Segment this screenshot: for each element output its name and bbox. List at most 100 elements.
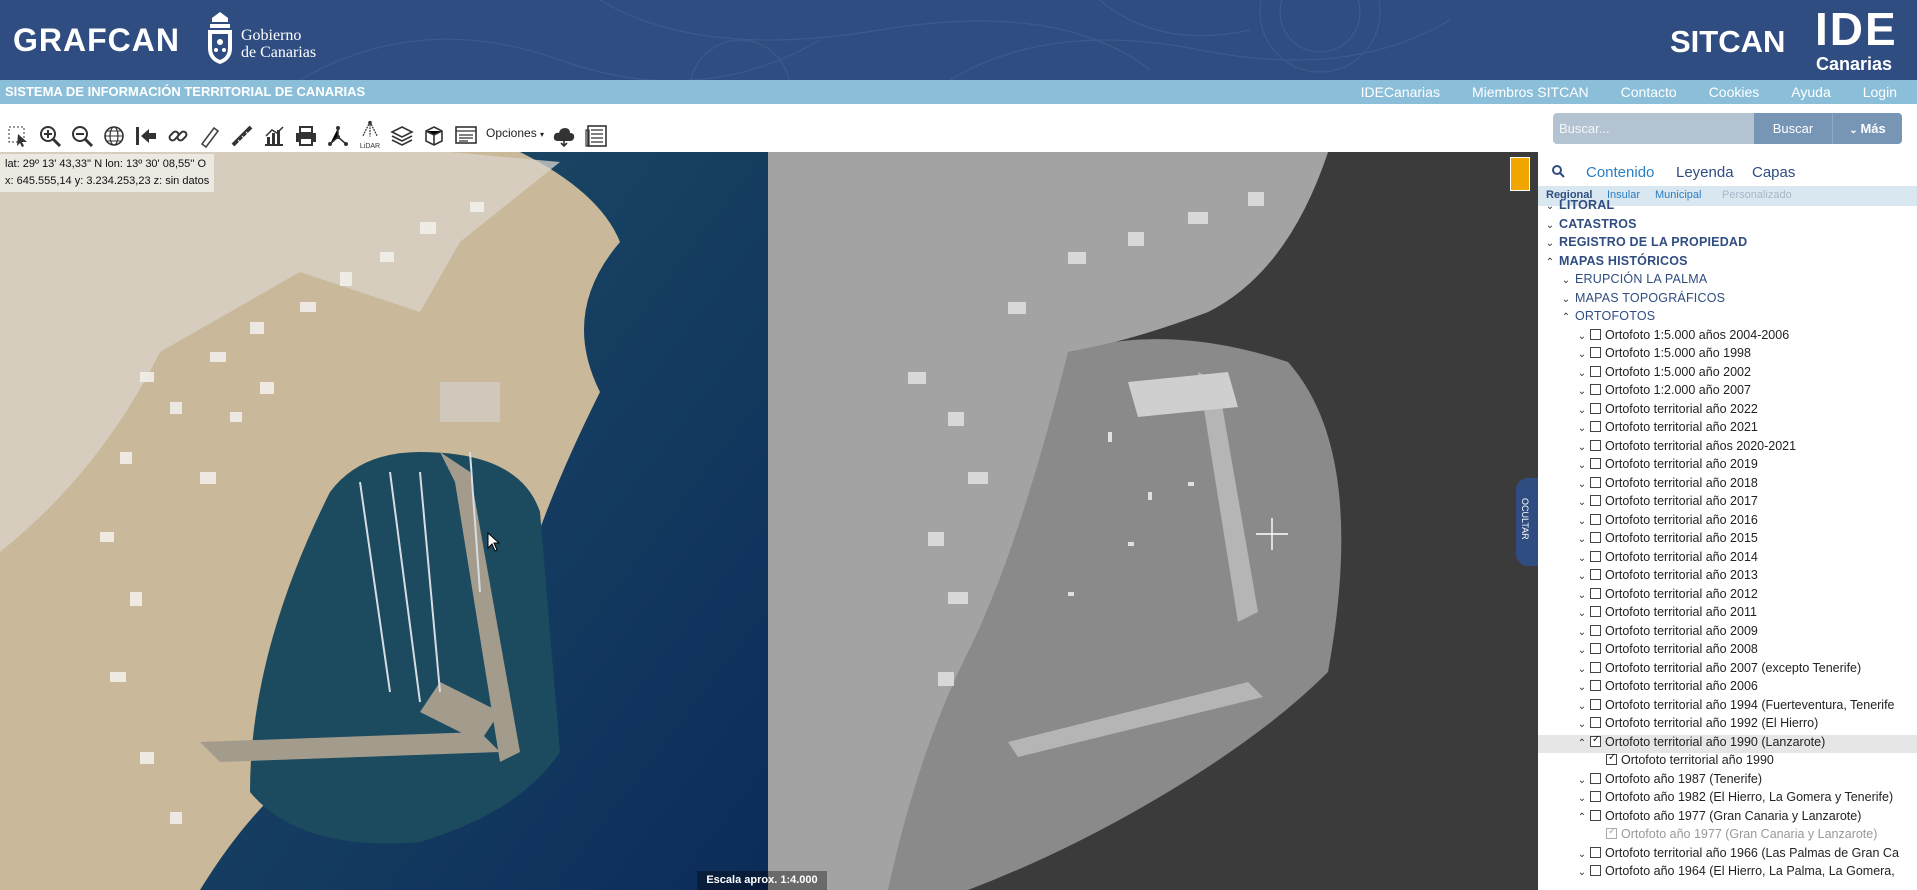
tree-item[interactable]: ⌄ Ortofoto territorial año 2016 xyxy=(1538,513,1917,531)
tree-item[interactable]: ⌄ Ortofoto 1:5.000 año 2002 xyxy=(1538,365,1917,383)
layer-checkbox[interactable] xyxy=(1590,643,1601,654)
nav-link-contacto[interactable]: Contacto xyxy=(1621,84,1677,100)
tree-item[interactable]: ⌄ LITORAL xyxy=(1538,198,1917,216)
chevron-down-icon[interactable]: ⌄ xyxy=(1560,294,1572,305)
zoom-in-icon[interactable] xyxy=(38,124,62,148)
tree-item[interactable]: ⌄ Ortofoto territorial año 1994 (Fuerteve… xyxy=(1538,698,1917,716)
search-input[interactable] xyxy=(1553,113,1754,144)
chevron-down-icon[interactable]: ⌄ xyxy=(1576,516,1588,527)
lidar-icon[interactable]: LiDAR xyxy=(358,120,382,150)
map-view[interactable]: lat: 29º 13' 43,33'' N lon: 13º 30' 08,5… xyxy=(0,152,1538,890)
chevron-down-icon[interactable]: ⌄ xyxy=(1576,460,1588,471)
layer-checkbox[interactable] xyxy=(1590,421,1601,432)
tree-item[interactable]: Ortofoto año 1977 (Gran Canaria y Lanzar… xyxy=(1538,826,1917,845)
globe-icon[interactable] xyxy=(102,124,126,148)
search-button[interactable]: Buscar xyxy=(1754,113,1832,144)
tree-item[interactable]: ⌄ Ortofoto territorial año 2011 xyxy=(1538,605,1917,623)
chevron-down-icon[interactable]: ⌄ xyxy=(1576,867,1588,878)
chevron-down-icon[interactable]: ⌄ xyxy=(1576,775,1588,786)
chevron-up-icon[interactable]: ⌃ xyxy=(1576,738,1588,749)
tab-contenido[interactable]: Contenido xyxy=(1586,164,1654,181)
chevron-down-icon[interactable]: ⌄ xyxy=(1576,608,1588,619)
tree-item[interactable]: ⌄ Ortofoto territorial año 2014 xyxy=(1538,550,1917,568)
tree-item[interactable]: ⌄ ERUPCIÓN LA PALMA xyxy=(1538,272,1917,290)
layer-checkbox[interactable] xyxy=(1590,680,1601,691)
select-icon[interactable] xyxy=(6,124,30,148)
tree-item[interactable]: ⌄ Ortofoto territorial año 1992 (El Hierr… xyxy=(1538,716,1917,734)
tree-item[interactable]: ⌄ Ortofoto 1:5.000 años 2004-2006 xyxy=(1538,328,1917,346)
layer-checkbox[interactable] xyxy=(1590,606,1601,617)
tree-item[interactable]: ⌄ Ortofoto territorial año 2008 xyxy=(1538,642,1917,660)
tree-item[interactable]: ⌄ Ortofoto año 1987 (Tenerife) xyxy=(1538,772,1917,790)
tab-capas[interactable]: Capas xyxy=(1752,164,1795,181)
layer-checkbox[interactable] xyxy=(1590,772,1601,784)
map-left-orthophoto[interactable]: lat: 29º 13' 43,33'' N lon: 13º 30' 08,5… xyxy=(0,152,768,890)
layer-checkbox[interactable] xyxy=(1590,846,1601,858)
layer-checkbox[interactable] xyxy=(1590,328,1601,340)
tree-item[interactable]: ⌄ CATASTROS xyxy=(1538,217,1917,235)
layer-checkbox[interactable] xyxy=(1590,384,1601,395)
layer-checkbox[interactable] xyxy=(1590,865,1601,876)
nav-link-login[interactable]: Login xyxy=(1863,84,1897,100)
news-icon[interactable] xyxy=(584,124,608,148)
3d-icon[interactable] xyxy=(422,124,446,148)
tree-item[interactable]: ⌄ Ortofoto año 1964 (El Hierro, La Palma,… xyxy=(1538,864,1917,882)
chevron-down-icon[interactable]: ⌄ xyxy=(1576,534,1588,545)
layer-checkbox[interactable] xyxy=(1590,734,1601,747)
catalog-icon[interactable] xyxy=(454,124,478,148)
link-icon[interactable] xyxy=(166,124,190,148)
chevron-down-icon[interactable]: ⌄ xyxy=(1544,201,1556,212)
print-icon[interactable] xyxy=(294,124,318,148)
chevron-down-icon[interactable]: ⌄ xyxy=(1560,275,1572,286)
measure-icon[interactable] xyxy=(230,124,254,148)
ide-logo[interactable]: IDE xyxy=(1815,6,1898,52)
layer-checkbox[interactable] xyxy=(1606,752,1617,765)
chevron-down-icon[interactable]: ⌄ xyxy=(1576,664,1588,675)
tree-item[interactable]: ⌄ REGISTRO DE LA PROPIEDAD xyxy=(1538,235,1917,253)
chevron-down-icon[interactable]: ⌄ xyxy=(1576,405,1588,416)
chevron-down-icon[interactable]: ⌄ xyxy=(1576,645,1588,656)
layer-checkbox[interactable] xyxy=(1590,347,1601,358)
tree-item[interactable]: Ortofoto territorial año 1990 xyxy=(1538,752,1917,771)
layer-checkbox[interactable] xyxy=(1590,365,1601,377)
chart-icon[interactable] xyxy=(262,124,286,148)
layers-icon[interactable] xyxy=(390,124,414,148)
more-button[interactable]: ⌄ Más xyxy=(1832,113,1902,144)
tree-item[interactable]: ⌄ Ortofoto territorial año 2012 xyxy=(1538,587,1917,605)
tree-item[interactable]: ⌄ Ortofoto territorial año 2017 xyxy=(1538,494,1917,512)
chevron-down-icon[interactable]: ⌄ xyxy=(1576,497,1588,508)
chevron-down-icon[interactable]: ⌄ xyxy=(1576,386,1588,397)
tree-item[interactable]: ⌄ Ortofoto territorial años 2020-2021 xyxy=(1538,439,1917,457)
chevron-down-icon[interactable]: ⌄ xyxy=(1576,479,1588,490)
tree-item[interactable]: ⌃ MAPAS HISTÓRICOS xyxy=(1538,254,1917,272)
chevron-up-icon[interactable]: ⌃ xyxy=(1560,312,1572,323)
layer-checkbox[interactable] xyxy=(1590,532,1601,543)
chevron-down-icon[interactable]: ⌄ xyxy=(1544,220,1556,231)
nav-link-miembros[interactable]: Miembros SITCAN xyxy=(1472,84,1589,100)
tree-item[interactable]: ⌄ MAPAS TOPOGRÁFICOS xyxy=(1538,291,1917,309)
chevron-down-icon[interactable]: ⌄ xyxy=(1576,627,1588,638)
tree-item[interactable]: ⌄ Ortofoto territorial año 2013 xyxy=(1538,568,1917,586)
nav-link-ayuda[interactable]: Ayuda xyxy=(1791,84,1830,100)
tree-item[interactable]: ⌃ Ortofoto territorial año 1990 (Lanzarot… xyxy=(1538,734,1917,753)
tree-item[interactable]: ⌄ Ortofoto territorial año 2018 xyxy=(1538,476,1917,494)
layer-checkbox[interactable] xyxy=(1590,402,1601,414)
tree-item[interactable]: ⌄ Ortofoto 1:2.000 año 2007 xyxy=(1538,383,1917,401)
nav-link-idecanarias[interactable]: IDECanarias xyxy=(1361,84,1440,100)
zoom-out-icon[interactable] xyxy=(70,124,94,148)
sitcan-logo[interactable]: SITCAN xyxy=(1670,24,1785,60)
grafcan-logo[interactable]: GRAFCAN xyxy=(13,22,180,59)
layer-checkbox[interactable] xyxy=(1590,587,1601,599)
tree-item[interactable]: ⌄ Ortofoto territorial año 2009 xyxy=(1538,624,1917,642)
layer-checkbox[interactable] xyxy=(1590,513,1601,525)
chevron-down-icon[interactable]: ⌄ xyxy=(1576,793,1588,804)
chevron-down-icon[interactable]: ⌄ xyxy=(1576,682,1588,693)
tree-item[interactable]: ⌃ Ortofoto año 1977 (Gran Canaria y Lanza… xyxy=(1538,809,1917,827)
chevron-down-icon[interactable]: ⌄ xyxy=(1576,590,1588,601)
layer-checkbox[interactable] xyxy=(1590,791,1601,802)
layer-checkbox[interactable] xyxy=(1590,809,1601,821)
search-icon[interactable] xyxy=(1551,164,1565,178)
layer-checkbox[interactable] xyxy=(1590,476,1601,488)
layer-checkbox[interactable] xyxy=(1590,569,1601,580)
layer-checkbox[interactable] xyxy=(1590,439,1601,451)
